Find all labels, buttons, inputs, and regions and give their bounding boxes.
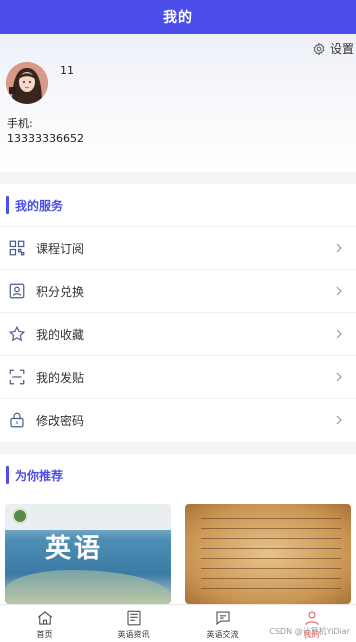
gear-icon: [313, 41, 325, 56]
menu-item-label: 我的发贴: [36, 370, 85, 385]
home-icon: [37, 611, 52, 625]
menu-item-my-posts[interactable]: 我的发贴: [0, 355, 356, 398]
top-bar: 我的: [0, 0, 356, 34]
nav-label: 英语资讯: [117, 630, 150, 639]
section-accent-bar: [6, 196, 9, 214]
chevron-right-icon: [336, 415, 342, 425]
grid-scan-icon: [8, 239, 26, 257]
recommend-header: 为你推荐: [0, 454, 356, 496]
settings-button[interactable]: 设置: [312, 40, 354, 57]
menu-item-change-password[interactable]: 修改密码: [0, 398, 356, 441]
menu-item-label: 我的收藏: [36, 327, 85, 342]
nav-label: 英语交流: [206, 630, 239, 639]
my-page: 我的 设置 11 手机: 13333336652 我的服务 课程订阅 积分兑换 …: [0, 0, 356, 642]
services-title: 我的服务: [15, 198, 64, 213]
recommend-section: 为你推荐 英语: [0, 454, 356, 604]
username: 11: [60, 64, 74, 77]
parchment-image: [185, 504, 351, 604]
nav-item-english-exchange[interactable]: 英语交流: [178, 605, 267, 642]
services-header: 我的服务: [0, 184, 356, 226]
chevron-right-icon: [336, 329, 342, 339]
phone-value: 13333336652: [7, 132, 84, 145]
menu-item-label: 课程订阅: [36, 241, 85, 256]
english-textbook-cover: 英语: [5, 504, 171, 604]
section-accent-bar: [6, 466, 9, 484]
page-title: 我的: [163, 10, 193, 26]
profile-card: 设置 11 手机: 13333336652: [0, 34, 356, 172]
menu-item-favorites[interactable]: 我的收藏: [0, 312, 356, 355]
recommend-card-parchment[interactable]: [185, 504, 351, 604]
nav-item-home[interactable]: 首页: [0, 605, 89, 642]
phone-label: 手机:: [7, 117, 33, 130]
avatar[interactable]: [6, 62, 48, 104]
scan-frame-icon: [8, 368, 26, 386]
settings-label: 设置: [329, 42, 354, 56]
id-card-icon: [8, 282, 26, 300]
book-cover-title: 英语: [45, 534, 104, 564]
chevron-right-icon: [336, 286, 342, 296]
menu-item-course-subscription[interactable]: 课程订阅: [0, 226, 356, 269]
news-icon: [126, 610, 141, 626]
lock-icon: [8, 411, 26, 429]
chat-icon: [215, 611, 230, 626]
publisher-logo-icon: [12, 508, 28, 524]
services-section: 我的服务 课程订阅 积分兑换 我的收藏 我的发贴 修改密码: [0, 184, 356, 442]
nav-item-english-news[interactable]: 英语资讯: [89, 605, 178, 642]
chevron-right-icon: [336, 243, 342, 253]
recommend-card-english-textbook[interactable]: 英语: [5, 504, 171, 604]
user-icon: [304, 611, 319, 626]
watermark: CSDN @计算机YiDiar: [269, 627, 350, 636]
chevron-right-icon: [336, 372, 342, 382]
recommend-title: 为你推荐: [15, 468, 64, 483]
star-icon: [8, 325, 26, 343]
menu-item-points-exchange[interactable]: 积分兑换: [0, 269, 356, 312]
menu-item-label: 修改密码: [36, 413, 85, 428]
menu-item-label: 积分兑换: [36, 284, 85, 299]
avatar-image: [6, 62, 48, 104]
recommend-grid: 英语: [5, 504, 351, 604]
nav-label: 首页: [36, 630, 53, 639]
